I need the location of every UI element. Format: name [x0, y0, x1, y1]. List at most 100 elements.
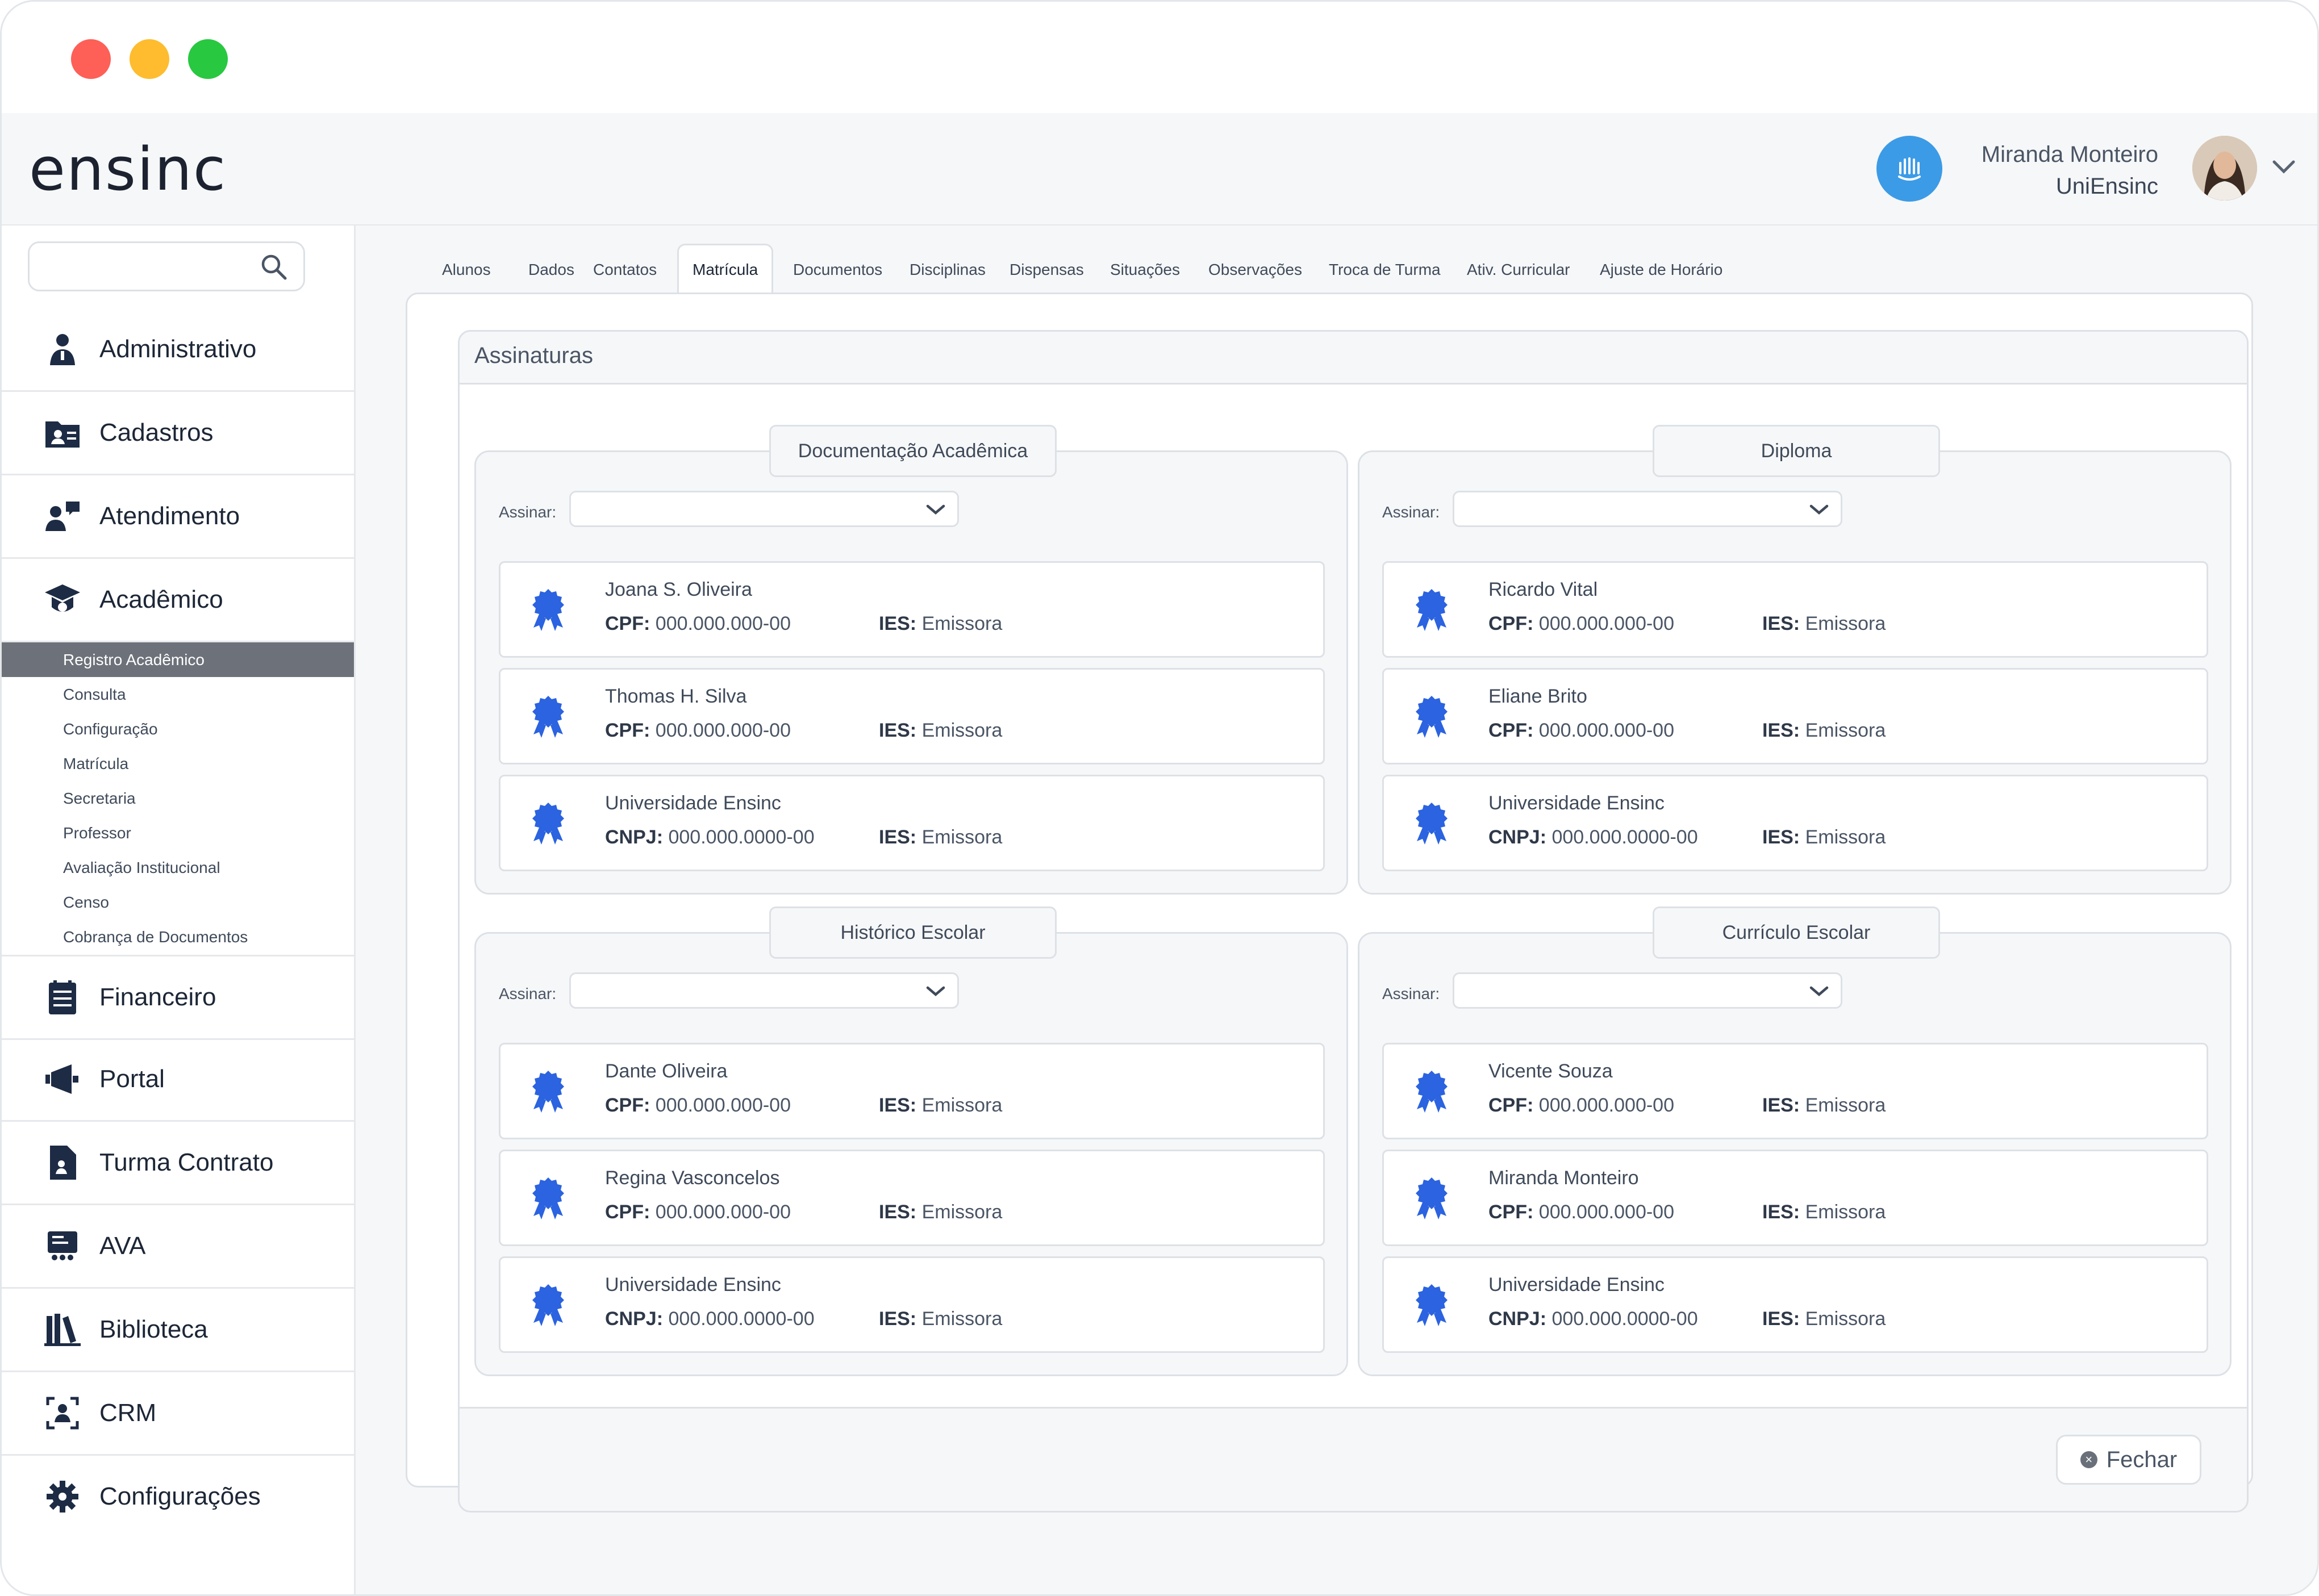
close-window-button[interactable]: [71, 39, 111, 79]
tab-matricula[interactable]: Matrícula: [677, 244, 774, 294]
assinaturas-modal: Assinaturas Documentação Acadêmica Assin…: [458, 330, 2249, 1513]
signature-group-curriculo-escolar: Currículo Escolar Assinar: Vicente Souza…: [1358, 906, 2232, 1376]
seal-badge-icon: [532, 803, 564, 845]
tab-disciplinas[interactable]: Disciplinas: [910, 253, 986, 287]
chat-assistant-button[interactable]: [1876, 136, 1942, 202]
app-window: ensinc Miranda Monteiro UniEnsinc Admini…: [0, 0, 2319, 1596]
user-name: Miranda Monteiro: [1981, 142, 2158, 167]
gear-icon: [43, 1477, 82, 1516]
submenu-item-configuracao[interactable]: Configuração: [2, 712, 354, 746]
assinar-select[interactable]: [569, 491, 959, 527]
sidebar-item-configuracoes[interactable]: Configurações: [2, 1456, 354, 1537]
sidebar-item-atendimento[interactable]: Atendimento: [2, 475, 354, 559]
signer-name: Dante Oliveira: [605, 1060, 728, 1082]
sidebar-item-label: Configurações: [99, 1482, 261, 1510]
chevron-down-icon: [926, 504, 945, 515]
chevron-down-icon: [1809, 504, 1829, 515]
signer-ies: IES: Emissora: [879, 720, 1003, 741]
submenu-item-secretaria[interactable]: Secretaria: [2, 781, 354, 816]
tab-dispensas[interactable]: Dispensas: [1010, 253, 1084, 287]
assinar-label: Assinar:: [499, 503, 557, 521]
signer-card[interactable]: Universidade Ensinc CNPJ: 000.000.0000-0…: [499, 1256, 1325, 1353]
tab-dados[interactable]: Dados: [528, 253, 574, 287]
signer-ies: IES: Emissora: [1762, 613, 1886, 634]
signer-doc: CPF: 000.000.000-00: [605, 720, 791, 741]
crm-person-icon: [43, 1393, 82, 1433]
signer-card[interactable]: Universidade Ensinc CNPJ: 000.000.0000-0…: [1382, 1256, 2208, 1353]
signer-card[interactable]: Regina Vasconcelos CPF: 000.000.000-00 I…: [499, 1150, 1325, 1246]
sidebar-item-portal[interactable]: Portal: [2, 1038, 354, 1122]
sidebar-item-cadastros[interactable]: Cadastros: [2, 392, 354, 475]
tab-alunos[interactable]: Alunos: [442, 253, 491, 287]
sidebar-item-academico[interactable]: Acadêmico: [2, 559, 354, 642]
signer-doc: CPF: 000.000.000-00: [1488, 613, 1674, 634]
tab-observacoes[interactable]: Observações: [1208, 253, 1302, 287]
assinar-select[interactable]: [569, 972, 959, 1009]
signer-card[interactable]: Universidade Ensinc CNPJ: 000.000.0000-0…: [1382, 775, 2208, 871]
app-logo[interactable]: ensinc: [29, 135, 227, 204]
submenu-item-matricula[interactable]: Matrícula: [2, 746, 354, 781]
tab-contatos[interactable]: Contatos: [593, 253, 657, 287]
signer-card[interactable]: Vicente Souza CPF: 000.000.000-00 IES: E…: [1382, 1043, 2208, 1139]
chevron-down-icon[interactable]: [2270, 156, 2298, 179]
assinar-select[interactable]: [1453, 972, 1842, 1009]
sidebar-item-label: Acadêmico: [99, 586, 223, 613]
assinar-select[interactable]: [1453, 491, 1842, 527]
signer-card[interactable]: Dante Oliveira CPF: 000.000.000-00 IES: …: [499, 1043, 1325, 1139]
tab-situacoes[interactable]: Situações: [1110, 253, 1180, 287]
signer-doc: CPF: 000.000.000-00: [605, 1201, 791, 1223]
seal-badge-icon: [1416, 803, 1448, 845]
signer-doc: CPF: 000.000.000-00: [1488, 720, 1674, 741]
maximize-window-button[interactable]: [188, 39, 228, 79]
title-bar: [2, 2, 2317, 113]
sidebar-item-crm[interactable]: CRM: [2, 1372, 354, 1456]
signer-card[interactable]: Eliane Brito CPF: 000.000.000-00 IES: Em…: [1382, 668, 2208, 764]
sidebar-item-label: Turma Contrato: [99, 1148, 274, 1176]
signer-card[interactable]: Miranda Monteiro CPF: 000.000.000-00 IES…: [1382, 1150, 2208, 1246]
signature-group-diploma: Diploma Assinar: Ricardo Vital CPF: 000.…: [1358, 425, 2232, 895]
sidebar-item-ava[interactable]: AVA: [2, 1205, 354, 1289]
sidebar-item-turma-contrato[interactable]: Turma Contrato: [2, 1122, 354, 1205]
megaphone-icon: [43, 1059, 82, 1099]
ledger-icon: [43, 977, 82, 1017]
sidebar-item-administrativo[interactable]: Administrativo: [2, 308, 354, 392]
signer-card[interactable]: Thomas H. Silva CPF: 000.000.000-00 IES:…: [499, 668, 1325, 764]
search-input[interactable]: [28, 241, 305, 291]
signer-card[interactable]: Universidade Ensinc CNPJ: 000.000.0000-0…: [499, 775, 1325, 871]
tab-troca-de-turma[interactable]: Troca de Turma: [1329, 253, 1441, 287]
sidebar-item-biblioteca[interactable]: Biblioteca: [2, 1289, 354, 1372]
assinar-label: Assinar:: [1382, 985, 1440, 1002]
seal-badge-icon: [532, 1177, 564, 1219]
signer-card[interactable]: Ricardo Vital CPF: 000.000.000-00 IES: E…: [1382, 561, 2208, 658]
sound-wave-icon: [1898, 157, 1921, 181]
submenu-item-avaliacao-institucional[interactable]: Avaliação Institucional: [2, 850, 354, 885]
sidebar-item-financeiro[interactable]: Financeiro: [2, 955, 354, 1040]
user-info[interactable]: Miranda Monteiro UniEnsinc: [1982, 139, 2158, 202]
submenu-item-consulta[interactable]: Consulta: [2, 677, 354, 712]
submenu-item-cobranca-documentos[interactable]: Cobrança de Documentos: [2, 920, 354, 954]
submenu-item-censo[interactable]: Censo: [2, 885, 354, 920]
signer-ies: IES: Emissora: [1762, 826, 1886, 848]
sidebar-item-label: Financeiro: [99, 983, 216, 1011]
sidebar-item-label: Atendimento: [99, 502, 240, 530]
signer-ies: IES: Emissora: [879, 1201, 1003, 1223]
submenu-item-professor[interactable]: Professor: [2, 816, 354, 850]
tab-bar: Alunos Dados Contatos Matrícula Document…: [356, 244, 2287, 294]
sidebar-item-label: Biblioteca: [99, 1315, 208, 1343]
tab-ativ-curricular[interactable]: Ativ. Curricular: [1467, 253, 1570, 287]
seal-badge-icon: [1416, 1284, 1448, 1326]
minimize-window-button[interactable]: [130, 39, 169, 79]
signer-ies: IES: Emissora: [879, 1308, 1003, 1330]
signer-name: Universidade Ensinc: [605, 792, 781, 814]
submenu-item-registro-academico[interactable]: Registro Acadêmico: [2, 642, 354, 677]
top-header: ensinc Miranda Monteiro UniEnsinc: [2, 113, 2317, 226]
signer-card[interactable]: Joana S. Oliveira CPF: 000.000.000-00 IE…: [499, 561, 1325, 658]
fechar-button[interactable]: × Fechar: [2056, 1435, 2201, 1485]
tab-documentos[interactable]: Documentos: [793, 253, 882, 287]
assinar-label: Assinar:: [499, 985, 557, 1002]
tab-ajuste-de-horario[interactable]: Ajuste de Horário: [1600, 253, 1722, 287]
signer-name: Vicente Souza: [1488, 1060, 1613, 1082]
graduation-cap-icon: [43, 580, 82, 620]
avatar[interactable]: [2192, 136, 2257, 200]
signer-doc: CNPJ: 000.000.0000-00: [605, 1308, 815, 1330]
